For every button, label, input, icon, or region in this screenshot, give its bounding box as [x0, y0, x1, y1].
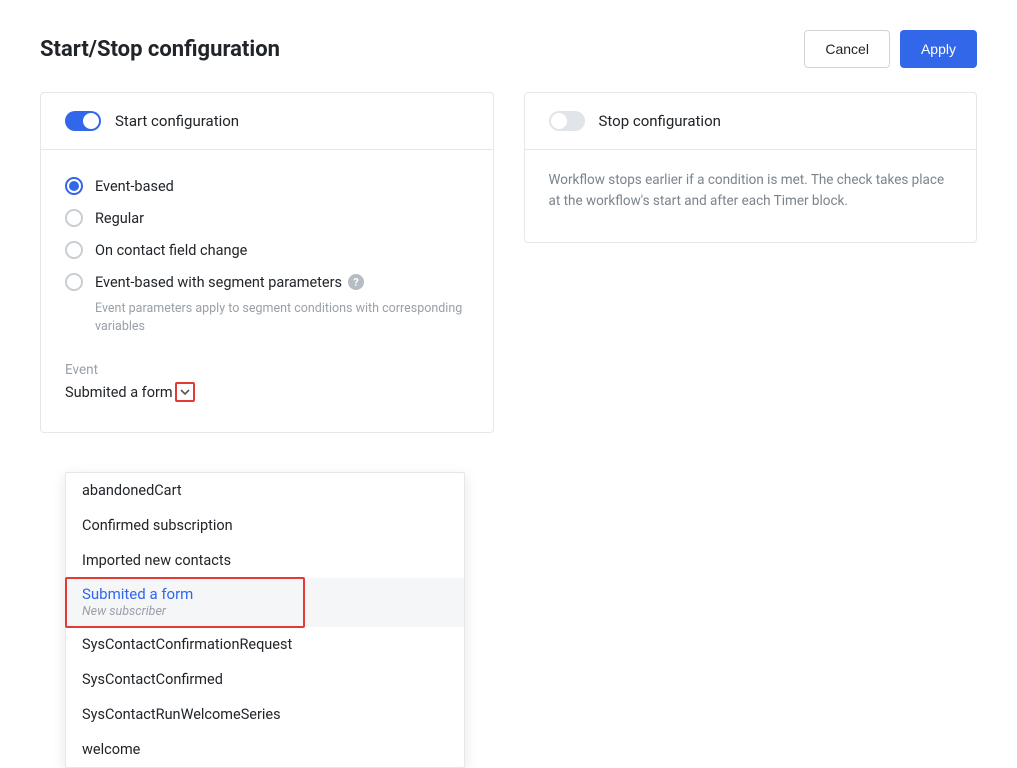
radio-label: Event-based with segment parameters ?	[95, 274, 364, 291]
start-config-header: Start configuration	[41, 93, 493, 150]
segment-hint: Event parameters apply to segment condit…	[95, 298, 469, 340]
event-selected-value: Submited a form	[65, 384, 173, 401]
radio-regular[interactable]: Regular	[65, 202, 469, 234]
start-config-title: Start configuration	[115, 112, 239, 130]
stop-config-header: Stop configuration	[525, 93, 977, 150]
event-select[interactable]: Submited a form	[65, 382, 469, 402]
start-config-toggle[interactable]	[65, 111, 101, 131]
dropdown-item-sys-confirm-request[interactable]: SysContactConfirmationRequest	[66, 627, 464, 662]
cancel-button[interactable]: Cancel	[804, 30, 890, 68]
radio-event-based-segment[interactable]: Event-based with segment parameters ?	[65, 266, 469, 298]
config-columns: Start configuration Event-based Regular …	[40, 92, 977, 433]
radio-label-text: Event-based with segment parameters	[95, 274, 342, 291]
dropdown-item-sys-confirmed[interactable]: SysContactConfirmed	[66, 662, 464, 697]
dropdown-item-welcome[interactable]: welcome	[66, 732, 464, 767]
chevron-down-icon	[175, 382, 195, 402]
dropdown-item-sys-run-welcome[interactable]: SysContactRunWelcomeSeries	[66, 697, 464, 732]
page-title: Start/Stop configuration	[40, 37, 280, 62]
radio-icon	[65, 241, 83, 259]
action-buttons: Cancel Apply	[804, 30, 977, 68]
help-icon[interactable]: ?	[348, 274, 364, 290]
radio-label: On contact field change	[95, 242, 247, 259]
dropdown-item-label: Submited a form	[82, 585, 448, 603]
stop-config-title: Stop configuration	[599, 112, 721, 130]
dropdown-item-abandoned-cart[interactable]: abandonedCart	[66, 473, 464, 508]
radio-label: Regular	[95, 210, 144, 227]
event-dropdown: abandonedCart Confirmed subscription Imp…	[65, 472, 465, 768]
stop-config-panel: Stop configuration Workflow stops earlie…	[524, 92, 978, 243]
dropdown-item-sublabel: New subscriber	[82, 604, 448, 619]
dropdown-item-confirmed-subscription[interactable]: Confirmed subscription	[66, 508, 464, 543]
radio-on-contact-field-change[interactable]: On contact field change	[65, 234, 469, 266]
event-field-label: Event	[65, 362, 469, 378]
radio-icon	[65, 273, 83, 291]
stop-config-description: Workflow stops earlier if a condition is…	[549, 170, 953, 212]
radio-label: Event-based	[95, 178, 174, 195]
page-header: Start/Stop configuration Cancel Apply	[40, 30, 977, 68]
start-config-body: Event-based Regular On contact field cha…	[41, 150, 493, 432]
dropdown-item-submitted-form[interactable]: Submited a form New subscriber	[66, 578, 464, 627]
apply-button[interactable]: Apply	[900, 30, 977, 68]
radio-icon	[65, 177, 83, 195]
dropdown-item-imported-new-contacts[interactable]: Imported new contacts	[66, 543, 464, 578]
radio-icon	[65, 209, 83, 227]
radio-event-based[interactable]: Event-based	[65, 170, 469, 202]
start-config-panel: Start configuration Event-based Regular …	[40, 92, 494, 433]
stop-config-toggle[interactable]	[549, 111, 585, 131]
stop-config-body: Workflow stops earlier if a condition is…	[525, 150, 977, 242]
